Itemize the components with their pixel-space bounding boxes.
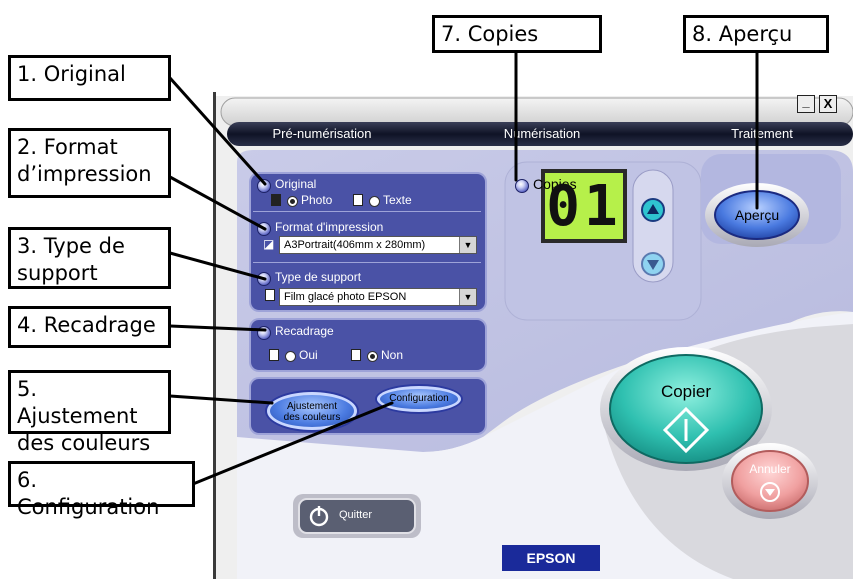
format-icon: ◪ — [263, 237, 275, 251]
callout-recadrage: 4. Recadrage — [8, 306, 171, 348]
callout-configuration: 6. Configuration — [8, 461, 195, 519]
minimize-button[interactable]: _ — [797, 95, 815, 113]
tab-numerisation[interactable]: Numérisation — [467, 122, 617, 146]
format-value: A3Portrait(406mm x 280mm) — [284, 239, 426, 251]
tab-pre-numerisation[interactable]: Pré-numérisation — [247, 122, 397, 146]
crop-off-icon — [269, 349, 279, 361]
scanner-app-window: _ X Pré-numérisation Numérisation Traite… — [213, 92, 853, 579]
texte-label: Texte — [383, 193, 412, 207]
recadrage-title: Recadrage — [275, 324, 334, 338]
crop-on-icon — [351, 349, 361, 361]
callout-type-support: 3. Type de support — [8, 227, 171, 289]
annuler-button[interactable]: Annuler — [732, 451, 808, 511]
window-left-border — [213, 92, 216, 579]
copies-section-icon — [515, 179, 529, 193]
oui-label: Oui — [299, 348, 318, 362]
format-dropdown[interactable]: A3Portrait(406mm x 280mm) ▼ — [279, 236, 477, 254]
support-value: Film glacé photo EPSON — [284, 291, 407, 303]
paper-icon — [265, 289, 275, 301]
power-icon — [310, 508, 328, 526]
divider — [253, 211, 481, 212]
callout-apercu: 8. Aperçu — [683, 15, 829, 53]
chevron-down-icon[interactable]: ▼ — [459, 237, 476, 253]
photo-radio[interactable] — [287, 196, 298, 207]
quitter-label: Quitter — [339, 509, 373, 521]
callout-ajustement-couleurs: 5. Ajustement des couleurs — [8, 370, 171, 455]
original-section-icon — [257, 179, 271, 193]
support-title: Type de support — [275, 270, 362, 284]
non-radio[interactable] — [367, 351, 378, 362]
support-section-icon — [257, 272, 271, 286]
non-label: Non — [381, 348, 404, 362]
annuler-label: Annuler — [749, 462, 791, 476]
ajustement-couleurs-button[interactable]: Ajustement des couleurs — [267, 392, 357, 430]
photo-icon — [271, 194, 281, 206]
callout-format-impression: 2. Format d’impression — [8, 128, 171, 198]
divider — [253, 262, 481, 263]
oui-radio[interactable] — [285, 351, 296, 362]
original-title: Original — [275, 177, 317, 191]
texte-radio[interactable] — [369, 196, 380, 207]
copies-display: 01 — [546, 174, 622, 239]
format-section-icon — [257, 222, 271, 236]
recadrage-section-icon — [257, 326, 271, 340]
callout-original: 1. Original — [8, 55, 171, 101]
chevron-down-icon[interactable]: ▼ — [459, 289, 476, 305]
copier-button[interactable]: Copier — [610, 355, 762, 463]
text-document-icon — [353, 194, 363, 206]
decrement-button[interactable] — [642, 253, 664, 275]
copier-label: Copier — [660, 382, 712, 401]
apercu-button[interactable]: Aperçu — [715, 191, 799, 239]
increment-button[interactable] — [642, 199, 664, 221]
photo-label: Photo — [301, 193, 333, 207]
configuration-button[interactable]: Configuration — [377, 386, 461, 412]
epson-logo: EPSON — [526, 550, 576, 566]
support-dropdown[interactable]: Film glacé photo EPSON ▼ — [279, 288, 477, 306]
close-button[interactable]: X — [819, 95, 837, 113]
format-title: Format d'impression — [275, 220, 384, 234]
callout-copies: 7. Copies — [432, 15, 602, 53]
tab-bar: Pré-numérisation Numérisation Traitement — [227, 122, 853, 146]
tab-traitement[interactable]: Traitement — [687, 122, 837, 146]
